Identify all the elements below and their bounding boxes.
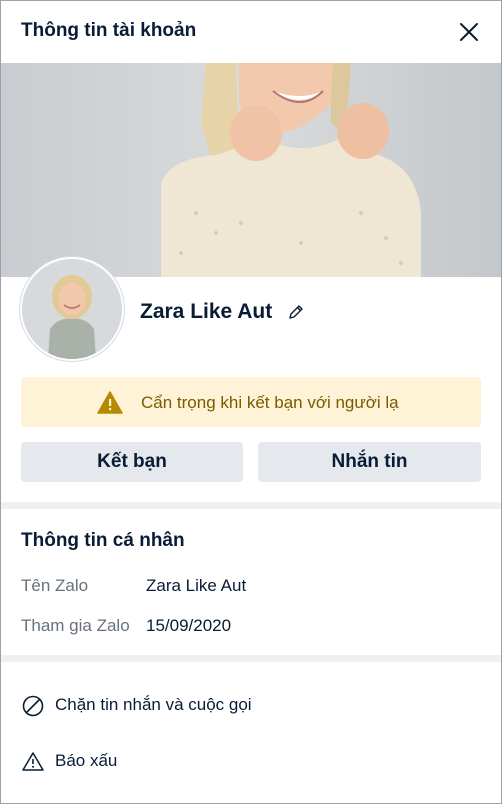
- stranger-warning-banner: Cẩn trọng khi kết bạn với người lạ: [21, 377, 481, 427]
- warning-icon: [97, 391, 123, 414]
- warning-text: Cẩn trọng khi kết bạn với người lạ: [141, 393, 399, 412]
- warning-outline-icon: [22, 752, 44, 771]
- pencil-icon[interactable]: [287, 303, 305, 321]
- close-icon[interactable]: [455, 18, 483, 46]
- section-divider: [1, 502, 501, 509]
- add-friend-button[interactable]: Kết bạn: [21, 442, 243, 482]
- join-date-value: 15/09/2020: [146, 616, 232, 635]
- zalo-name-label: Tên Zalo: [21, 576, 89, 595]
- report-label: Báo xấu: [55, 751, 118, 770]
- dialog-header: Thông tin tài khoản: [1, 1, 501, 63]
- cover-photo: [1, 63, 501, 277]
- join-date-label: Tham gia Zalo: [21, 616, 130, 635]
- personal-info-title: Thông tin cá nhân: [21, 530, 185, 551]
- section-divider: [1, 655, 501, 662]
- avatar[interactable]: [20, 257, 124, 361]
- report-item[interactable]: Báo xấu: [21, 747, 481, 777]
- block-messages-calls-item[interactable]: Chặn tin nhắn và cuộc gọi: [21, 691, 481, 721]
- message-button[interactable]: Nhắn tin: [258, 442, 481, 482]
- zalo-name-value: Zara Like Aut: [146, 576, 247, 595]
- block-icon: [22, 695, 44, 717]
- dialog-title: Thông tin tài khoản: [21, 20, 197, 41]
- block-messages-calls-label: Chặn tin nhắn và cuộc gọi: [55, 695, 252, 714]
- account-info-dialog: Thông tin tài khoản Zara Like Aut Cẩn tr…: [0, 0, 502, 804]
- profile-name: Zara Like Aut: [140, 300, 273, 323]
